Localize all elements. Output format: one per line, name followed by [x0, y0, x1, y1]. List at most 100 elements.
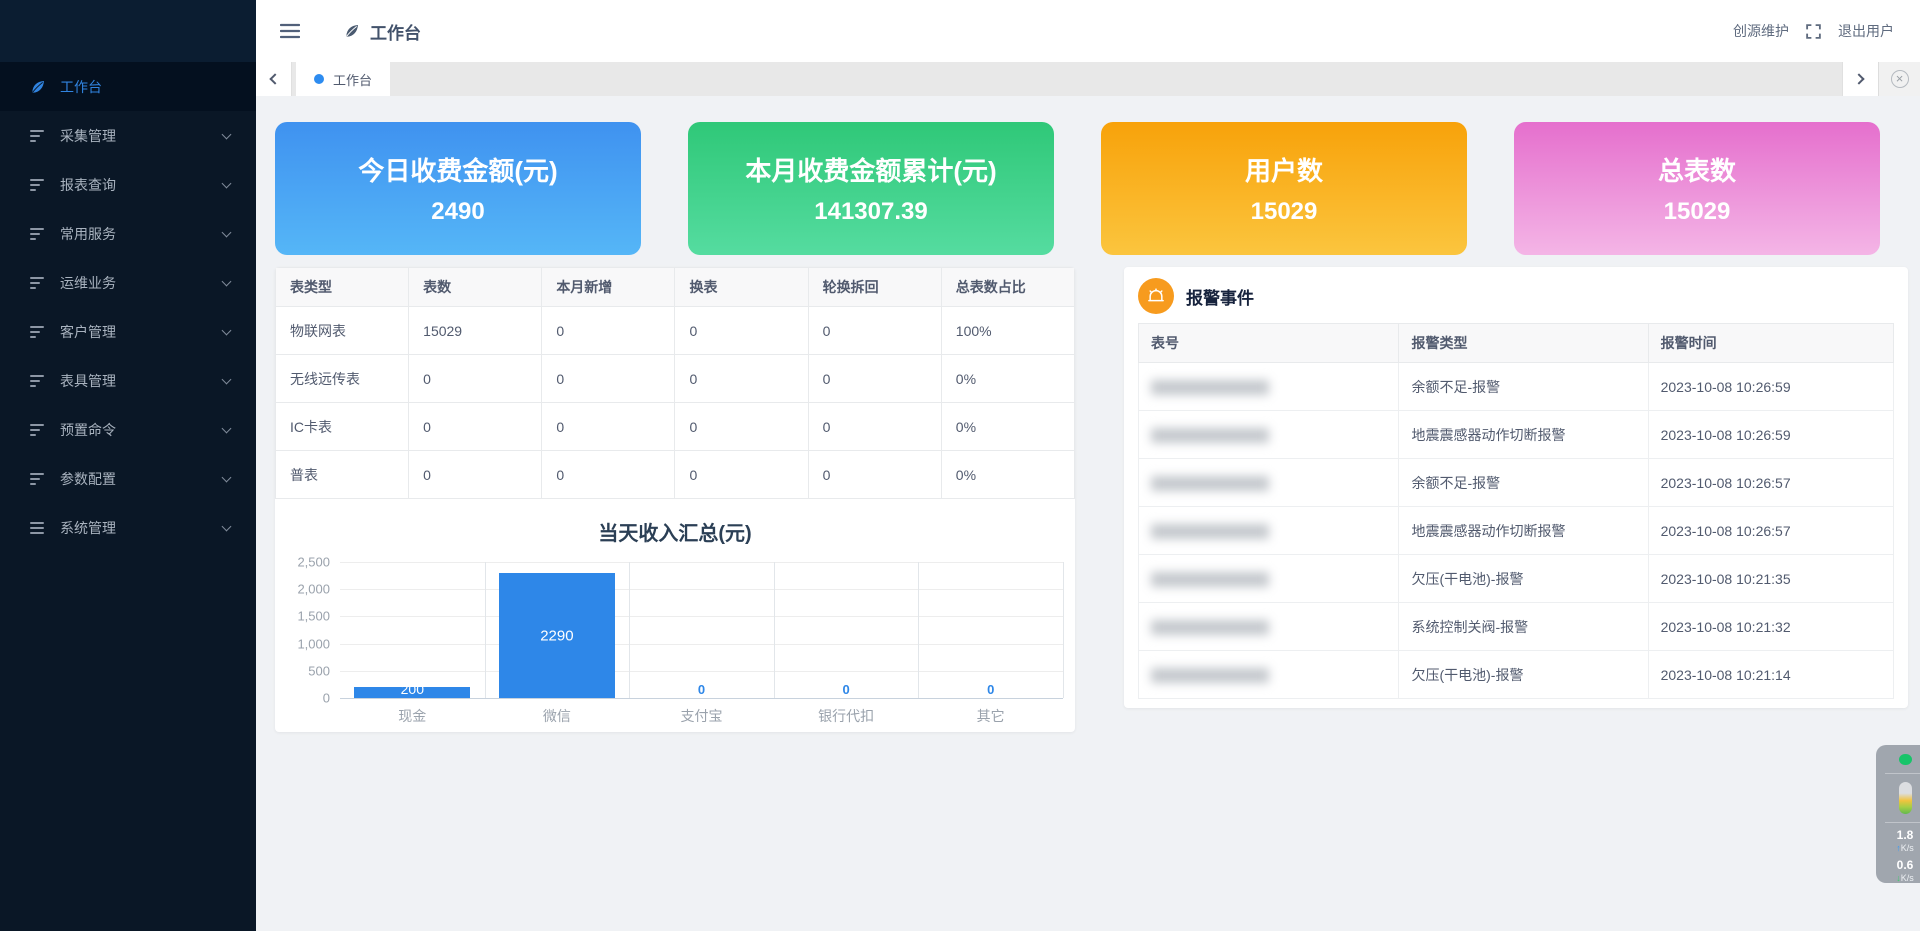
alarm-panel-header: 报警事件	[1124, 267, 1908, 323]
table-cell: 0	[409, 451, 542, 499]
active-tab-dot-icon	[314, 74, 324, 84]
table-cell-meter-id	[1139, 603, 1399, 651]
download-rate-unit: K/s	[1896, 873, 1914, 883]
table-cell-meter-id	[1139, 459, 1399, 507]
table-cell: 0	[808, 451, 941, 499]
fullscreen-icon	[1805, 23, 1822, 40]
table-cell: 物联网表	[276, 307, 409, 355]
chevron-right-icon	[1853, 73, 1864, 84]
tab-workbench[interactable]: 工作台	[296, 62, 390, 96]
sidebar-item-workbench[interactable]: 工作台	[0, 62, 256, 111]
topbar: 工作台 创源维护 退出用户	[256, 0, 1920, 62]
table-cell-alarm-type: 地震震感器动作切断报警	[1399, 507, 1648, 555]
stat-card-user-count: 用户数15029	[1101, 122, 1467, 255]
table-cell-meter-id	[1139, 651, 1399, 699]
chart-h-gridline	[340, 589, 1063, 590]
sidebar-item-meter-mgmt[interactable]: 表具管理	[0, 356, 256, 405]
table-cell: 普表	[276, 451, 409, 499]
stat-card-label: 本月收费金额累计(元)	[745, 151, 996, 188]
sidebar-item-label: 参数配置	[60, 469, 116, 489]
table-cell: 0%	[941, 355, 1074, 403]
chart-y-tick-label: 1,500	[297, 609, 330, 624]
sidebar-item-report-query[interactable]: 报表查询	[0, 160, 256, 209]
sidebar-item-label: 工作台	[60, 77, 102, 97]
filter-icon	[30, 375, 46, 387]
breadcrumb: 工作台	[344, 19, 421, 44]
chevron-left-icon	[269, 73, 280, 84]
filter-icon	[30, 277, 46, 289]
sidebar-item-system-mgmt[interactable]: 系统管理	[0, 503, 256, 552]
table-cell-meter-id	[1139, 411, 1399, 459]
meter-id-masked	[1151, 428, 1269, 443]
column-header: 轮换拆回	[808, 268, 941, 307]
stat-card-value: 141307.39	[814, 198, 927, 226]
tab-close-all-button[interactable]	[1878, 62, 1920, 96]
filter-icon	[30, 326, 46, 338]
table-cell: 0	[675, 403, 808, 451]
upload-rate: 1.8 K/s	[1896, 829, 1914, 853]
table-cell-alarm-time: 2023-10-08 10:26:57	[1648, 507, 1893, 555]
logout-button[interactable]: 退出用户	[1838, 21, 1894, 41]
table-row: 物联网表15029000100%	[276, 307, 1075, 355]
network-monitor-widget[interactable]: 1.8 K/s 0.6 K/s	[1876, 745, 1920, 883]
chart-h-gridline	[340, 644, 1063, 645]
column-header: 表数	[409, 268, 542, 307]
sidebar-item-ops-business[interactable]: 运维业务	[0, 258, 256, 307]
stat-card-today-income: 今日收费金额(元)2490	[275, 122, 641, 255]
sidebar-item-label: 采集管理	[60, 126, 116, 146]
table-row: 无线远传表00000%	[276, 355, 1075, 403]
alarm-panel-title: 报警事件	[1186, 284, 1254, 309]
app-root: 工作台采集管理报表查询常用服务运维业务客户管理表具管理预置命令参数配置系统管理 …	[0, 0, 1920, 931]
sidebar-item-common-services[interactable]: 常用服务	[0, 209, 256, 258]
table-cell: 0	[542, 403, 675, 451]
chart-zero-label: 0	[842, 682, 849, 697]
table-row: 地震震感器动作切断报警2023-10-08 10:26:59	[1139, 411, 1894, 459]
meter-table-body: 物联网表15029000100%无线远传表00000%IC卡表00000%普表0…	[276, 307, 1075, 499]
sidebar-item-preset-commands[interactable]: 预置命令	[0, 405, 256, 454]
chart-y-tick-label: 500	[308, 663, 330, 678]
meter-id-masked	[1151, 476, 1269, 491]
meter-id-masked	[1151, 572, 1269, 587]
stat-card-value: 2490	[431, 198, 484, 226]
table-row: 地震震感器动作切断报警2023-10-08 10:26:57	[1139, 507, 1894, 555]
download-unit-label: K/s	[1901, 873, 1914, 883]
alarm-events-table: 表号报警类型报警时间 余额不足-报警2023-10-08 10:26:59地震震…	[1138, 323, 1894, 699]
column-header: 表号	[1139, 324, 1399, 363]
tab-scroll-right-button[interactable]	[1842, 62, 1878, 96]
table-cell-alarm-type: 欠压(干电池)-报警	[1399, 555, 1648, 603]
table-row: 欠压(干电池)-报警2023-10-08 10:21:35	[1139, 555, 1894, 603]
sidebar-item-collection-mgmt[interactable]: 采集管理	[0, 111, 256, 160]
alarm-events-panel: 报警事件 表号报警类型报警时间 余额不足-报警2023-10-08 10:26:…	[1124, 267, 1908, 708]
sidebar-item-label: 运维业务	[60, 273, 116, 293]
chart-v-gridline	[918, 562, 919, 698]
table-cell: 0	[675, 307, 808, 355]
chart-title: 当天收入汇总(元)	[275, 517, 1075, 546]
meter-id-masked	[1151, 524, 1269, 539]
sidebar-item-param-config[interactable]: 参数配置	[0, 454, 256, 503]
chevron-down-icon	[222, 521, 232, 531]
table-cell-alarm-type: 余额不足-报警	[1399, 363, 1648, 411]
divider	[1885, 822, 1920, 823]
user-name[interactable]: 创源维护	[1733, 21, 1789, 41]
tabbar: 工作台	[256, 62, 1920, 96]
table-header-row: 表类型表数本月新增换表轮换拆回总表数占比	[276, 268, 1075, 307]
tab-scroll-left-button[interactable]	[256, 62, 292, 96]
column-header: 表类型	[276, 268, 409, 307]
chevron-down-icon	[222, 325, 232, 335]
chevron-down-icon	[222, 178, 232, 188]
chart-y-tick-label: 2,500	[297, 555, 330, 570]
table-cell-alarm-type: 地震震感器动作切断报警	[1399, 411, 1648, 459]
table-cell-meter-id	[1139, 555, 1399, 603]
table-row: IC卡表00000%	[276, 403, 1075, 451]
chart-y-tick-label: 2,000	[297, 582, 330, 597]
chart-plot-area: 05001,0001,5002,0002,5002002290000	[340, 562, 1063, 699]
sidebar-item-customer-mgmt[interactable]: 客户管理	[0, 307, 256, 356]
fullscreen-button[interactable]	[1805, 23, 1822, 40]
table-cell: 0	[808, 307, 941, 355]
chevron-down-icon	[222, 472, 232, 482]
table-cell: 0%	[941, 403, 1074, 451]
alarm-table-body: 余额不足-报警2023-10-08 10:26:59地震震感器动作切断报警202…	[1139, 363, 1894, 699]
table-cell: IC卡表	[276, 403, 409, 451]
table-row: 普表00000%	[276, 451, 1075, 499]
hamburger-menu-button[interactable]	[280, 23, 300, 39]
